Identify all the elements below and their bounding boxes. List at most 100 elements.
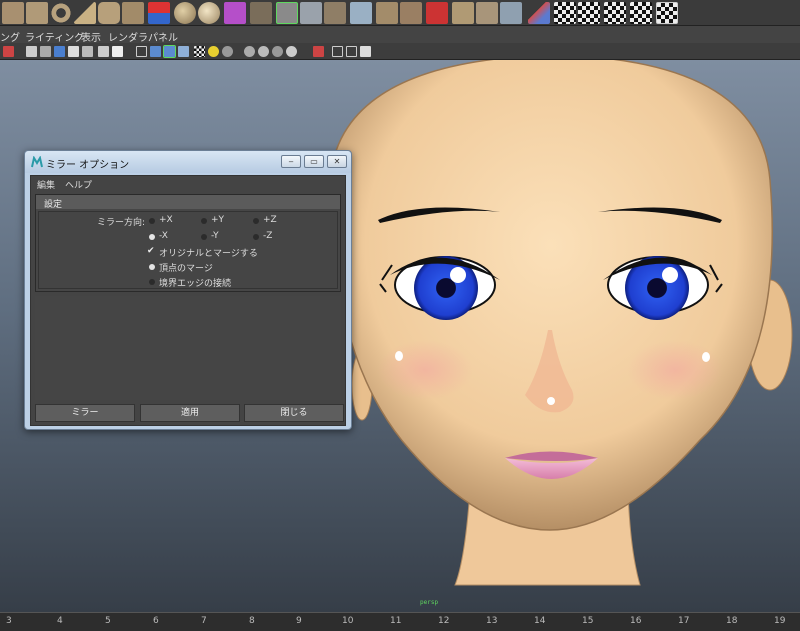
radio-minus-x[interactable] [149,234,155,240]
menu-edit[interactable]: 編集 [37,178,55,191]
pencil-icon[interactable] [3,46,14,57]
cone-icon[interactable] [74,2,96,24]
bevel-icon[interactable] [452,2,474,24]
radio-minus-z[interactable] [253,234,259,240]
tick-label: 5 [105,616,111,626]
uv-snapshot-icon[interactable] [656,2,678,24]
radio-minus-z-label: -Z [263,231,273,241]
plane-icon[interactable] [2,2,24,24]
frame-selected-icon[interactable] [346,46,357,57]
tick-label: 3 [6,616,12,626]
dialog-menubar: 編集 ヘルプ [31,176,345,191]
dialog-titlebar[interactable]: ミラー オプション ‒ ▭ ✕ [25,151,351,173]
extrude-icon[interactable] [300,2,322,24]
radio-plus-x-label: +X [159,215,173,225]
split-icon[interactable] [250,2,272,24]
tick-label: 6 [153,616,159,626]
mirror-button[interactable]: ミラー [35,404,135,422]
menu-renderer[interactable]: レンダラ [108,29,148,44]
tick-label: 4 [57,616,63,626]
mirror-geometry-icon[interactable] [276,2,298,24]
dialog-empty-area [35,296,341,400]
grid-plane-icon[interactable] [26,2,48,24]
append-icon[interactable] [350,2,372,24]
tick-label: 15 [582,616,594,626]
connect-border-edges-label: 境界エッジの接続 [159,279,232,289]
field-chart-icon[interactable] [82,46,93,57]
safe-title-icon[interactable] [112,46,123,57]
resolution-gate-icon[interactable] [54,46,65,57]
soccer-icon[interactable] [198,2,220,24]
gate-mask-icon[interactable] [68,46,79,57]
tick-label: 17 [678,616,690,626]
merge-icon[interactable] [476,2,498,24]
time-slider[interactable]: 3 4 5 6 7 8 9 10 11 12 13 14 15 16 17 18… [0,612,800,631]
tick-label: 11 [390,616,402,626]
wire-on-shaded-icon[interactable] [163,45,176,58]
tick-label: 7 [201,616,207,626]
frame-all-icon[interactable] [332,46,343,57]
smooth-shade-icon[interactable] [150,46,161,57]
sculpt-icon[interactable] [528,2,550,24]
radio-plus-y[interactable] [201,218,207,224]
menu-help[interactable]: ヘルプ [65,178,92,191]
film-gate-icon[interactable] [40,46,51,57]
radio-plus-z[interactable] [253,218,259,224]
settings-frame-header[interactable]: 設定 [36,195,340,210]
wireframe-icon[interactable] [26,46,37,57]
menu-shading[interactable]: ング [0,29,20,44]
uv-relax-icon[interactable] [630,2,652,24]
shelf [0,0,800,26]
radio-minus-x-label: -X [159,231,168,241]
maximize-button[interactable]: ▭ [304,155,324,168]
radio-connect-border-edges[interactable] [149,279,155,285]
uv-unfold-icon[interactable] [604,2,626,24]
xray-icon[interactable] [244,46,255,57]
menu-lighting[interactable]: ライティング [25,29,84,44]
textured-icon[interactable] [178,46,189,57]
close-window-button[interactable]: ✕ [327,155,347,168]
combine-icon[interactable] [148,2,170,24]
share-icon[interactable] [360,46,371,57]
maya-logo-icon [31,156,43,168]
light-icon[interactable] [208,46,219,57]
safe-action-icon[interactable] [98,46,109,57]
torus-icon[interactable] [50,2,72,24]
apply-button[interactable]: 適用 [140,404,240,422]
minimize-button[interactable]: ‒ [281,155,301,168]
tick-label: 8 [249,616,255,626]
camera-label: persp [420,599,439,606]
wireframe-shading-icon[interactable] [136,46,147,57]
merge-with-original-checkbox[interactable]: ✔ [147,247,155,256]
menu-panels[interactable]: パネル [148,29,178,44]
tick-label: 13 [486,616,498,626]
split-polygon-icon[interactable] [376,2,398,24]
radio-merge-vertices[interactable] [149,264,155,270]
radio-plus-y-label: +Y [211,215,225,225]
insert-loop-icon[interactable] [400,2,422,24]
tick-label: 18 [726,616,738,626]
radio-plus-x[interactable] [149,218,155,224]
tick-label: 9 [296,616,302,626]
bridge-icon[interactable] [324,2,346,24]
uv-layout-icon[interactable] [578,2,600,24]
pipe-icon[interactable] [122,2,144,24]
settings-frame-body: ミラー方向: +X +Y +Z -X -Y -Z ✔ オリジナルとマージする 頂… [38,211,338,289]
sphere-icon[interactable] [174,2,196,24]
isolate-icon[interactable] [313,46,324,57]
offset-loop-icon[interactable] [426,2,448,24]
ambient-occlusion-icon[interactable] [272,46,283,57]
tick-label: 10 [342,616,354,626]
checker-icon[interactable] [194,46,205,57]
cylinder-icon[interactable] [98,2,120,24]
menu-show[interactable]: 表示 [81,29,101,44]
aa-icon[interactable] [286,46,297,57]
radio-minus-y[interactable] [201,234,207,240]
xray-joints-icon[interactable] [258,46,269,57]
close-button[interactable]: 閉じる [244,404,344,422]
smooth-icon[interactable] [500,2,522,24]
panel-toolbar [0,43,800,60]
uv-checker-icon[interactable] [554,2,576,24]
shadow-icon[interactable] [222,46,233,57]
cube-icon[interactable] [224,2,246,24]
